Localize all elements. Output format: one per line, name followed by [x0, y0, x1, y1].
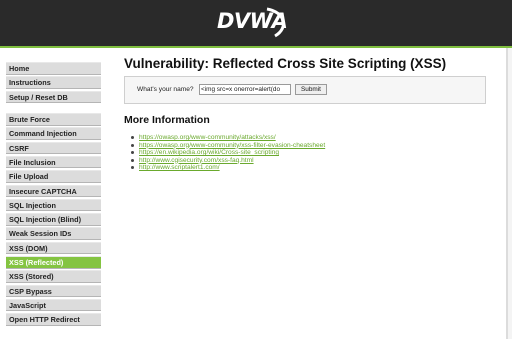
name-label: What's your name?	[137, 86, 194, 93]
sidebar-item-xss-dom[interactable]: XSS (DOM)	[6, 241, 101, 255]
more-info-link[interactable]: http://www.scriptalert1.com/	[131, 164, 494, 172]
sidebar-item-xss-stored[interactable]: XSS (Stored)	[6, 270, 101, 283]
more-info-link[interactable]: http://www.cgisecurity.com/xss-faq.html	[131, 157, 494, 165]
bullet-icon	[131, 166, 134, 169]
sidebar-item-sql-injection-blind[interactable]: SQL Injection (Blind)	[6, 213, 101, 226]
more-info-link[interactable]: https://owasp.org/www-community/xss-filt…	[131, 142, 494, 150]
sidebar-item-weak-session-ids[interactable]: Weak Session IDs	[6, 227, 101, 240]
sidebar-item-command-injection[interactable]: Command Injection	[6, 127, 101, 140]
page-title: Vulnerability: Reflected Cross Site Scri…	[124, 56, 447, 71]
sidebar-group-general: Home Instructions Setup / Reset DB	[6, 62, 101, 104]
more-information-heading: More Information	[124, 114, 210, 126]
sidebar-menu: Home Instructions Setup / Reset DB Brute…	[6, 62, 101, 336]
name-input[interactable]: <img src=x onerror=alert(do	[199, 84, 291, 95]
more-info-link[interactable]: https://owasp.org/www-community/attacks/…	[131, 134, 494, 142]
link-text[interactable]: https://en.wikipedia.org/wiki/Cross-site…	[139, 149, 279, 156]
more-info-link-list: https://owasp.org/www-community/attacks/…	[131, 134, 494, 172]
sidebar-item-sql-injection[interactable]: SQL Injection	[6, 198, 101, 212]
dvwa-logo[interactable]: DVWA	[217, 9, 288, 33]
header-bar: DVWA	[0, 0, 512, 46]
sidebar-item-csp-bypass[interactable]: CSP Bypass	[6, 284, 101, 298]
sidebar-item-file-upload[interactable]: File Upload	[6, 170, 101, 183]
link-text[interactable]: http://www.scriptalert1.com/	[139, 164, 220, 171]
submit-button[interactable]: Submit	[295, 84, 327, 95]
sidebar-item-javascript[interactable]: JavaScript	[6, 298, 101, 312]
sidebar-item-home[interactable]: Home	[6, 62, 101, 75]
more-info-link[interactable]: https://en.wikipedia.org/wiki/Cross-site…	[131, 149, 494, 157]
link-text[interactable]: https://owasp.org/www-community/xss-filt…	[139, 142, 325, 149]
sidebar-group-vulnerabilities: Brute Force Command Injection CSRF File …	[6, 113, 101, 326]
bullet-icon	[131, 143, 134, 147]
vulnerable-form-box: What's your name? <img src=x onerror=ale…	[124, 76, 486, 104]
main-content: Vulnerability: Reflected Cross Site Scri…	[124, 56, 494, 172]
sidebar-item-instructions[interactable]: Instructions	[6, 76, 101, 89]
page-body: Home Instructions Setup / Reset DB Brute…	[0, 48, 508, 339]
bullet-icon	[131, 151, 134, 154]
link-text[interactable]: http://www.cgisecurity.com/xss-faq.html	[139, 157, 254, 164]
sidebar-item-csrf[interactable]: CSRF	[6, 141, 101, 155]
link-text[interactable]: https://owasp.org/www-community/attacks/…	[139, 134, 276, 141]
sidebar-item-open-http-redirect[interactable]: Open HTTP Redirect	[6, 313, 101, 326]
bullet-icon	[131, 158, 134, 162]
sidebar-item-brute-force[interactable]: Brute Force	[6, 113, 101, 126]
bullet-icon	[131, 136, 134, 139]
sidebar-item-file-inclusion[interactable]: File Inclusion	[6, 155, 101, 169]
sidebar-item-insecure-captcha[interactable]: Insecure CAPTCHA	[6, 184, 101, 198]
sidebar-item-xss-reflected[interactable]: XSS (Reflected)	[6, 256, 101, 269]
sidebar-item-setup-reset-db[interactable]: Setup / Reset DB	[6, 90, 101, 104]
